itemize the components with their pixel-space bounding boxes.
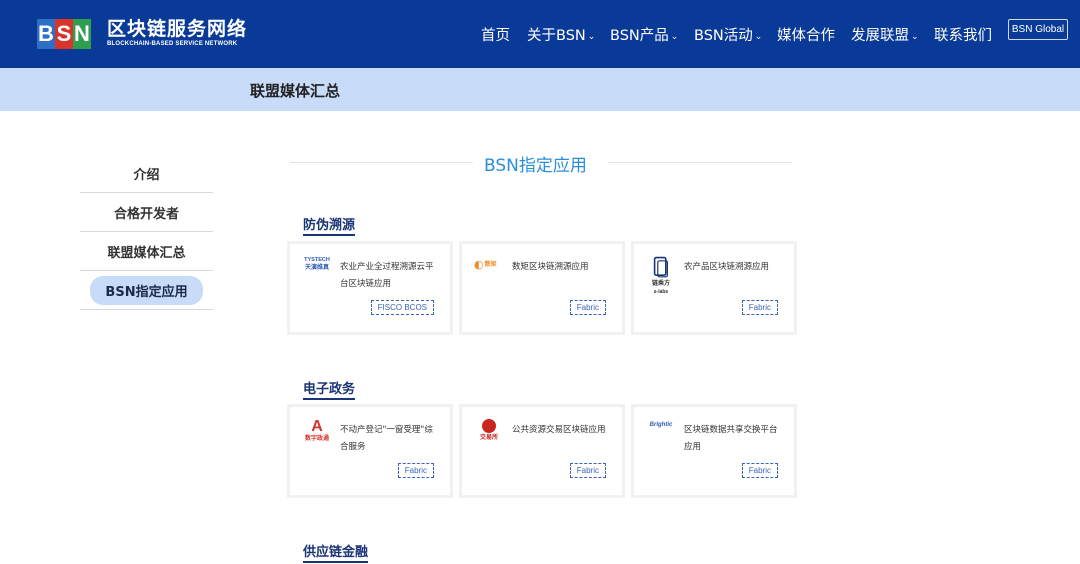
nav-about-bsn[interactable]: 关于BSN ⌄	[527, 24, 595, 45]
logo-subtitle: BLOCKCHAIN-BASED SERVICE NETWORK	[107, 41, 238, 47]
logo-title: 区块链服务网络	[107, 18, 248, 40]
app-card[interactable]: ◐ 数矩 数矩区块链溯源应用 Fabric	[462, 244, 622, 332]
logo-letter-n: N	[73, 18, 91, 49]
framework-tag: Fabric	[741, 300, 778, 315]
framework-tag: Fabric	[569, 300, 606, 315]
sidebar-item-label: 合格开发者	[113, 206, 179, 222]
nav-label: BSN产品	[610, 28, 669, 44]
bsn-logo[interactable]: B S N 区块链服务网络 BLOCKCHAIN-BASED SERVICE N…	[37, 18, 247, 49]
section-divider-left	[290, 162, 473, 163]
page-title: 联盟媒体汇总	[250, 82, 341, 100]
shuju-mark-icon: ◐	[474, 258, 484, 271]
section-title: BSN指定应用	[484, 156, 587, 176]
shuzizhengtong-logo-icon: A 数字政通	[302, 419, 332, 459]
nav-label: 首页	[481, 28, 510, 44]
logo-text: 数矩	[484, 262, 497, 268]
app-card[interactable]: 链乘方 s-labs 农产品区块链溯源应用 Fabric	[634, 244, 794, 332]
app-name: 数矩区块链溯源应用	[512, 262, 589, 272]
sidebar-item-intro[interactable]: 介绍	[80, 154, 213, 193]
nav-label: 关于BSN	[527, 28, 586, 44]
logo-text: 天演维真	[304, 265, 329, 271]
nav-bsn-events[interactable]: BSN活动 ⌄	[694, 24, 762, 45]
sidebar-item-label: BSN指定应用	[90, 275, 203, 305]
framework-tag: Fabric	[397, 463, 434, 478]
logo-text: Brightic	[649, 422, 673, 428]
category-title[interactable]: 防伪溯源	[303, 214, 356, 236]
section-divider-right	[608, 162, 792, 163]
jiaoyisuo-logo-icon: 交易所	[474, 419, 504, 459]
nav-contact-us[interactable]: 联系我们	[934, 24, 992, 45]
logo-text: 区块链服务网络 BLOCKCHAIN-BASED SERVICE NETWORK	[107, 18, 247, 49]
app-card[interactable]: 交易所 公共资源交易区块链应用 Fabric	[462, 407, 622, 495]
site-header: B S N 区块链服务网络 BLOCKCHAIN-BASED SERVICE N…	[0, 0, 1080, 68]
logo-letter-b: B	[37, 18, 55, 49]
nav-home[interactable]: 首页	[481, 24, 510, 45]
framework-tag: Fabric	[741, 463, 778, 478]
chevron-down-icon: ⌄	[911, 31, 919, 42]
app-name: 农业产业全过程溯源云平台区块链应用	[340, 262, 434, 289]
nav-development-alliance[interactable]: 发展联盟 ⌄	[851, 24, 919, 45]
letter-a-icon: A	[311, 418, 323, 435]
nav-bsn-products[interactable]: BSN产品 ⌄	[610, 24, 678, 45]
red-circle-icon	[482, 419, 496, 433]
app-name: 农产品区块链溯源应用	[684, 262, 770, 272]
logo-text: s-labs	[653, 289, 669, 295]
category-title[interactable]: 供应链金融	[303, 541, 369, 563]
nav-media-cooperation[interactable]: 媒体合作	[777, 24, 835, 45]
sidebar-item-label: 介绍	[133, 167, 160, 183]
app-card[interactable]: Brightic 区块链数据共享交换平台应用 Fabric	[634, 407, 794, 495]
app-name: 公共资源交易区块链应用	[512, 425, 606, 435]
lianchengfang-logo-icon: 链乘方 s-labs	[646, 256, 676, 296]
page-banner: 联盟媒体汇总	[0, 68, 1080, 111]
logo-text: 数字政通	[304, 436, 329, 442]
chevron-down-icon: ⌄	[670, 31, 679, 42]
logo-letter-s: S	[55, 18, 73, 49]
category-title[interactable]: 电子政务	[303, 378, 356, 400]
chevron-down-icon: ⌄	[754, 31, 763, 42]
logo-text: 链乘方	[651, 281, 670, 287]
tianyan-logo-icon: TYSTECH 天演维真	[302, 256, 332, 296]
brightic-logo-icon: Brightic	[644, 421, 678, 461]
nav-label: 发展联盟	[851, 28, 909, 44]
chevron-down-icon: ⌄	[587, 31, 596, 42]
framework-tag: Fabric	[569, 463, 606, 478]
app-card[interactable]: A 数字政通 不动产登记"一窗受理"综合服务 Fabric	[290, 407, 450, 495]
sidebar-item-alliance-media[interactable]: 联盟媒体汇总	[80, 232, 213, 271]
nav-label: 媒体合作	[777, 28, 835, 44]
nav-label: BSN活动	[694, 28, 753, 44]
logo-text: 交易所	[479, 435, 498, 441]
logo-letters: B S N	[37, 18, 91, 49]
framework-tag: FISCO BCOS	[370, 300, 434, 315]
sidebar-item-label: 联盟媒体汇总	[107, 245, 186, 261]
sidebar-item-qualified-developers[interactable]: 合格开发者	[80, 193, 213, 232]
app-name: 不动产登记"一窗受理"综合服务	[340, 425, 433, 452]
logo-text: TYSTECH	[304, 257, 330, 263]
sidebar-item-bsn-designated-apps[interactable]: BSN指定应用	[80, 271, 213, 310]
app-card[interactable]: TYSTECH 天演维真 农业产业全过程溯源云平台区块链应用 FISCO BCO…	[290, 244, 450, 332]
nav-label: 联系我们	[934, 28, 992, 44]
app-name: 区块链数据共享交换平台应用	[684, 425, 778, 452]
bsn-global-button[interactable]: BSN Global	[1008, 19, 1068, 40]
shuju-logo-icon: ◐ 数矩	[474, 259, 504, 299]
hexagon-logo-icon	[653, 256, 668, 278]
